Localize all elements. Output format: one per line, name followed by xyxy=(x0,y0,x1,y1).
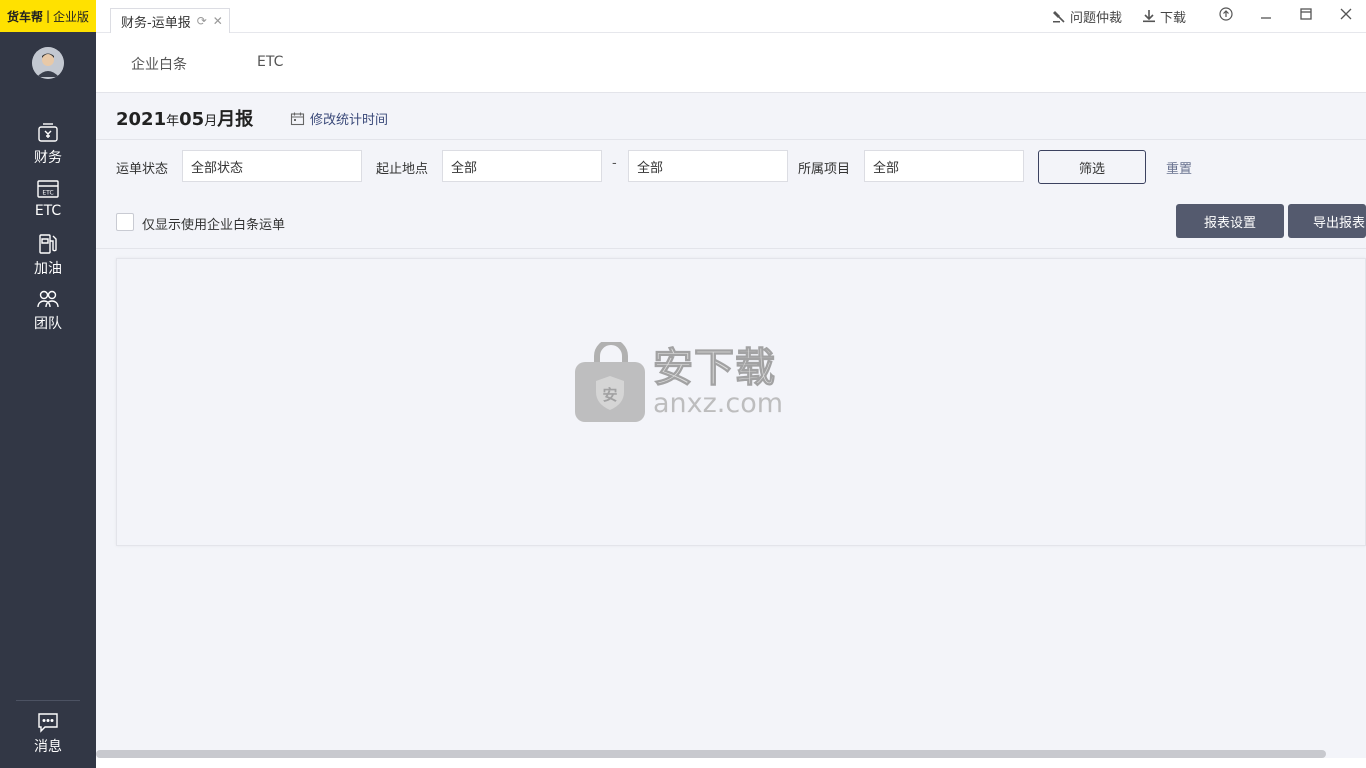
tab-bar: 财务-运单报 ⟳ ✕ 问题仲裁 下载 xyxy=(96,0,1366,33)
report-settings-button[interactable]: 报表设置 xyxy=(1176,204,1284,238)
window-actions: 问题仲裁 下载 xyxy=(1052,0,1366,32)
report-year: 2021 xyxy=(116,109,167,130)
scrollbar-thumb[interactable] xyxy=(96,750,1326,758)
close-icon[interactable]: ✕ xyxy=(213,14,223,28)
only-credit-checkbox[interactable] xyxy=(116,213,134,231)
origin-select[interactable] xyxy=(442,150,602,182)
subtab-etc[interactable]: ETC xyxy=(257,54,283,70)
only-credit-label: 仅显示使用企业白条运单 xyxy=(142,218,286,233)
watermark-cn: 安下载 xyxy=(652,344,776,391)
edit-stat-time-link[interactable]: 修改统计时间 xyxy=(290,109,388,128)
sidebar-item-label: ETC xyxy=(34,203,62,219)
user-avatar-icon xyxy=(32,47,64,79)
report-month-unit: 月 xyxy=(204,114,218,129)
brand-edition: 企业版 xyxy=(53,9,90,24)
minimize-icon[interactable] xyxy=(1246,7,1286,25)
team-icon xyxy=(37,290,59,308)
report-title: 2021年05月月报 xyxy=(116,105,253,131)
place-label: 起止地点 xyxy=(376,162,429,177)
tab-label: 财务-运单报 xyxy=(121,15,191,31)
svg-text:ETC: ETC xyxy=(42,190,53,197)
bottom-strip xyxy=(96,758,1366,768)
etc-icon: ETC xyxy=(37,180,59,198)
download-icon xyxy=(1142,10,1155,23)
maximize-icon[interactable] xyxy=(1286,7,1326,25)
sidebar: 货车帮 | 企业版 财务 ETC ETC 加油 团队 消息 xyxy=(0,0,96,768)
project-label: 所属项目 xyxy=(798,162,851,177)
sidebar-item-messages[interactable]: 消息 xyxy=(0,710,96,756)
project-select[interactable] xyxy=(864,150,1024,182)
avatar[interactable] xyxy=(32,47,64,79)
report-month: 05 xyxy=(179,109,205,130)
watermark: 安 安下载 anxz.com xyxy=(575,342,783,422)
export-report-button[interactable]: 导出报表 xyxy=(1288,204,1366,238)
sidebar-item-label: 加油 xyxy=(34,261,62,277)
sidebar-item-fuel[interactable]: 加油 xyxy=(0,232,96,278)
sidebar-item-etc[interactable]: ETC ETC xyxy=(0,177,96,219)
window-close-icon[interactable] xyxy=(1326,7,1366,25)
calendar-icon xyxy=(290,112,305,126)
arbitration-button[interactable]: 问题仲裁 xyxy=(1052,7,1122,26)
sidebar-item-label: 财务 xyxy=(34,150,62,166)
subtab-enterprise-credit[interactable]: 企业白条 xyxy=(131,54,187,74)
horizontal-scrollbar[interactable] xyxy=(96,750,1366,758)
watermark-en: anxz.com xyxy=(653,387,784,419)
download-label: 下载 xyxy=(1159,10,1186,26)
sub-tabs: 企业白条 ETC xyxy=(96,33,1366,93)
report-year-unit: 年 xyxy=(166,114,180,129)
reset-button[interactable]: 重置 xyxy=(1166,158,1192,177)
message-icon xyxy=(38,713,58,733)
report-type: 月报 xyxy=(217,109,254,130)
divider xyxy=(96,248,1366,249)
sidebar-item-team[interactable]: 团队 xyxy=(0,287,96,333)
status-select[interactable] xyxy=(182,150,362,182)
brand-separator: | xyxy=(45,9,51,23)
gavel-icon xyxy=(1052,11,1065,23)
sidebar-divider xyxy=(16,700,80,701)
filter-button[interactable]: 筛选 xyxy=(1038,150,1146,184)
divider xyxy=(96,139,1366,140)
arbitration-label: 问题仲裁 xyxy=(1069,10,1122,26)
brand-logo: 货车帮 | 企业版 xyxy=(0,0,96,32)
finance-icon xyxy=(38,123,58,142)
sidebar-item-label: 消息 xyxy=(34,739,62,755)
tab-finance-waybill-report[interactable]: 财务-运单报 ⟳ ✕ xyxy=(110,8,230,33)
upload-circle-icon[interactable] xyxy=(1206,7,1246,25)
fuel-icon xyxy=(39,234,57,254)
refresh-icon[interactable]: ⟳ xyxy=(197,14,207,28)
edit-stat-time-label: 修改统计时间 xyxy=(310,113,389,128)
download-button[interactable]: 下载 xyxy=(1142,7,1186,26)
brand-name: 货车帮 xyxy=(6,9,43,24)
watermark-badge: 安 xyxy=(602,386,617,404)
sidebar-item-finance[interactable]: 财务 xyxy=(0,121,96,167)
shopping-bag-logo-icon: 安 xyxy=(575,342,645,422)
destination-select[interactable] xyxy=(628,150,788,182)
status-label: 运单状态 xyxy=(116,162,169,177)
sidebar-item-label: 团队 xyxy=(34,316,62,332)
range-dash: - xyxy=(612,156,617,171)
